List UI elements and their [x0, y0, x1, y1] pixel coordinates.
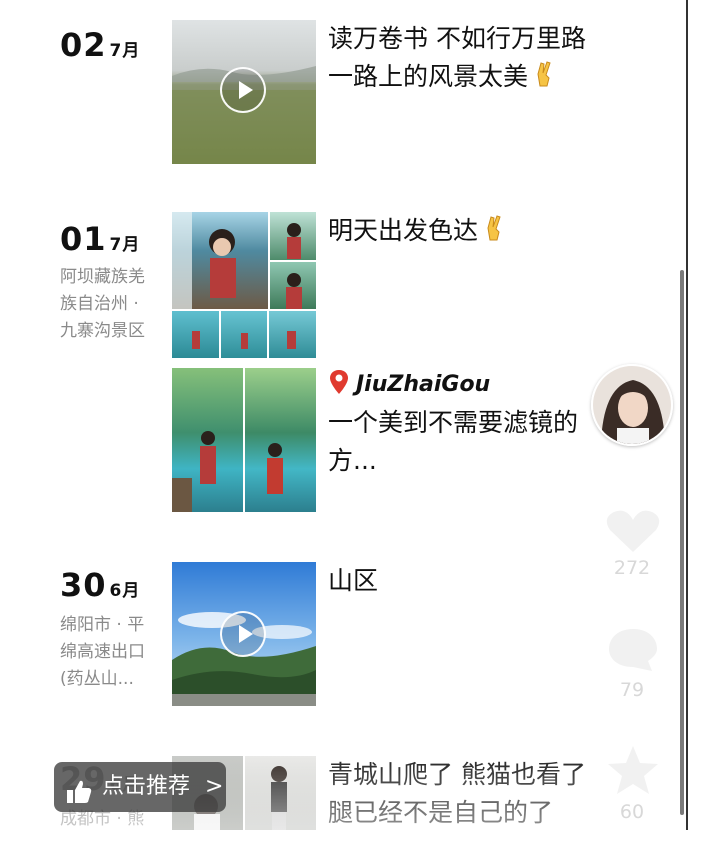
comment-icon[interactable] [606, 625, 660, 677]
play-icon[interactable] [220, 67, 266, 113]
photo-cell [221, 311, 267, 358]
comment-count: 79 [619, 679, 645, 701]
photo-cell [172, 368, 243, 512]
photo-cell [270, 212, 316, 260]
photo-grid[interactable] [172, 212, 316, 358]
post-caption: 山区 [328, 566, 379, 595]
post-date: 30 6月 [60, 566, 141, 604]
post-location: 阿坝藏族羌 族自治州 · 九寨沟景区 [60, 267, 145, 341]
post-caption: JiuZhaiGou 一个美到不需要滤镜的 方... [328, 366, 628, 480]
recommend-label: 点击推荐 [102, 774, 191, 799]
scrollbar[interactable] [680, 270, 684, 815]
victory-hand-icon [482, 214, 508, 253]
heart-icon[interactable] [604, 508, 662, 558]
photo-cell [172, 212, 268, 309]
post-date: 01 7月 [60, 220, 141, 258]
photo-cell [245, 756, 316, 830]
bottom-edge [0, 830, 720, 845]
place-tag[interactable]: JiuZhaiGou [328, 366, 628, 404]
screen-edge-divider [686, 0, 688, 830]
victory-hand-icon [532, 60, 558, 99]
play-icon[interactable] [220, 611, 266, 657]
recommend-button[interactable]: 点击推荐 > [54, 762, 226, 812]
post-caption: 读万卷书 不如行万里路 一路上的风景太美 [328, 20, 628, 99]
avatar[interactable] [591, 364, 673, 446]
photo-cell [269, 311, 316, 358]
post-caption: 明天出发色达 [328, 212, 628, 253]
profile-timeline: 02 7月 读万卷书 不如行万里路 一路上的风景太美 01 7月 阿坝藏族羌 族自治… [0, 0, 720, 845]
photo-cell [172, 311, 219, 358]
chevron-right-icon: > [205, 774, 224, 799]
share-count: 60 [619, 801, 645, 823]
video-thumbnail[interactable] [172, 562, 316, 706]
post-date: 02 7月 [60, 26, 141, 64]
photo-cell [270, 262, 316, 309]
star-icon[interactable] [606, 744, 660, 800]
thumbs-up-icon [66, 774, 92, 824]
like-count: 272 [613, 557, 651, 579]
video-thumbnail[interactable] [172, 20, 316, 164]
photo-pair[interactable] [172, 368, 316, 512]
post-caption: 青城山爬了 熊猫也看了 腿已经不是自己的了 [328, 760, 586, 827]
photo-cell [245, 368, 316, 512]
location-pin-icon [328, 370, 356, 397]
post-location: 绵阳市 · 平 绵高速出口 (药丛山... [60, 615, 145, 689]
